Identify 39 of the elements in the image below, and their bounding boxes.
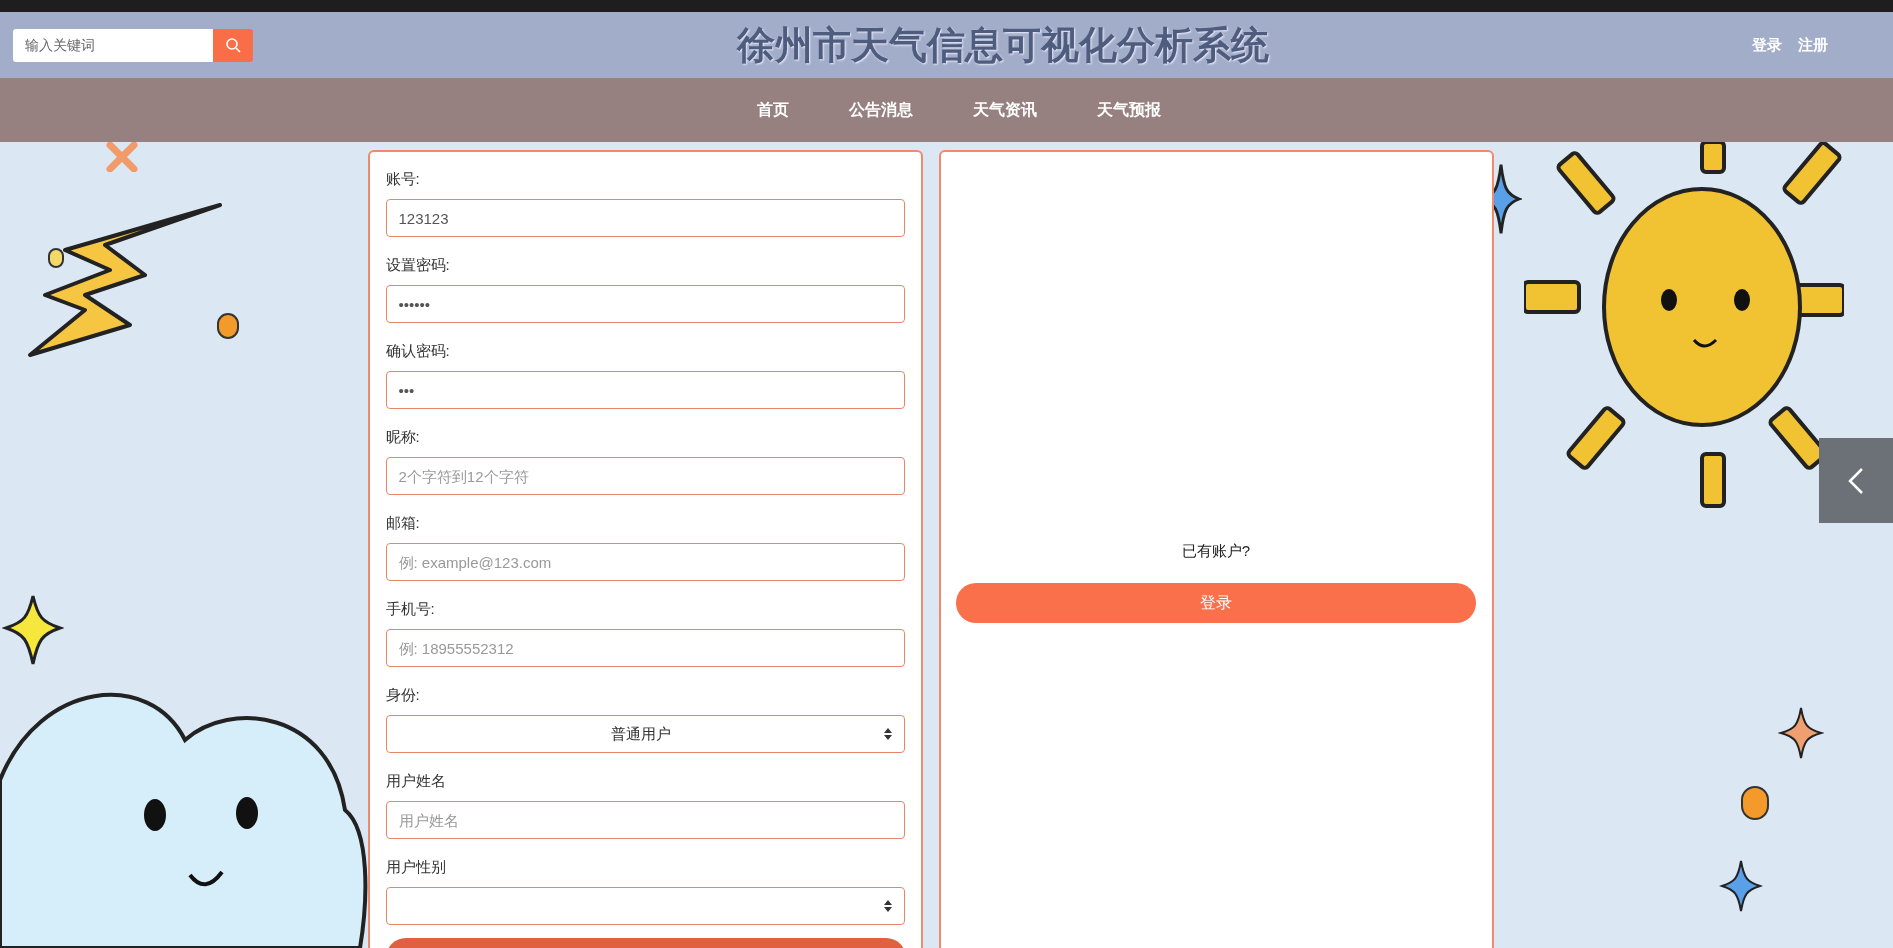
field-label: 确认密码: bbox=[385, 341, 451, 361]
chevron-left-icon bbox=[1848, 466, 1864, 495]
header-link[interactable]: 注册 bbox=[1798, 33, 1828, 57]
field-label: 身份: bbox=[385, 685, 421, 705]
field-label: 邮箱: bbox=[385, 513, 421, 533]
cross-star-drawing bbox=[105, 142, 139, 172]
field-label: 昵称: bbox=[385, 427, 421, 447]
login-button[interactable]: 登录 bbox=[956, 582, 1476, 623]
dot-drawing bbox=[217, 313, 239, 339]
input-field[interactable]: 用户姓名 bbox=[385, 801, 905, 839]
sparkle-drawing bbox=[1778, 705, 1824, 761]
account-prompt: 已有账户? bbox=[1181, 541, 1251, 561]
nav-link[interactable]: 公告消息 bbox=[818, 98, 943, 122]
input-field[interactable]: 2个字符到12个字符 bbox=[385, 457, 905, 495]
select-field[interactable]: 普通用户 bbox=[385, 715, 905, 753]
nav-link[interactable]: 天气资讯 bbox=[942, 98, 1067, 122]
site-title: 徐州市天气信息可视化分析系统 bbox=[736, 22, 1269, 68]
header-link[interactable]: 登录 bbox=[1752, 33, 1782, 57]
dot-drawing bbox=[1741, 786, 1769, 820]
sparkle-drawing bbox=[1719, 858, 1763, 914]
search-icon bbox=[225, 37, 241, 53]
field-label: 手机号: bbox=[385, 599, 436, 619]
dot-drawing bbox=[48, 248, 64, 268]
field-label: 用户姓名 bbox=[385, 771, 447, 791]
field-label: 账号: bbox=[385, 169, 421, 189]
input-field[interactable]: •••••• bbox=[385, 285, 905, 323]
sort-arrows-icon bbox=[883, 728, 892, 740]
field-label: 设置密码: bbox=[385, 255, 451, 275]
sort-arrows-icon bbox=[883, 900, 892, 912]
field-label: 用户性别 bbox=[385, 857, 447, 877]
select-field[interactable] bbox=[385, 887, 905, 925]
nav-link[interactable]: 首页 bbox=[726, 98, 819, 122]
input-field[interactable]: 123123 bbox=[385, 199, 905, 237]
input-field[interactable]: ••• bbox=[385, 371, 905, 409]
search-field[interactable]: 输入关键词 bbox=[13, 28, 213, 62]
nav-link[interactable]: 天气预报 bbox=[1066, 98, 1191, 122]
input-field[interactable]: 例: 18955552312 bbox=[385, 629, 905, 667]
search-button[interactable] bbox=[213, 28, 253, 62]
input-field[interactable]: 例: example@123.com bbox=[385, 543, 905, 581]
